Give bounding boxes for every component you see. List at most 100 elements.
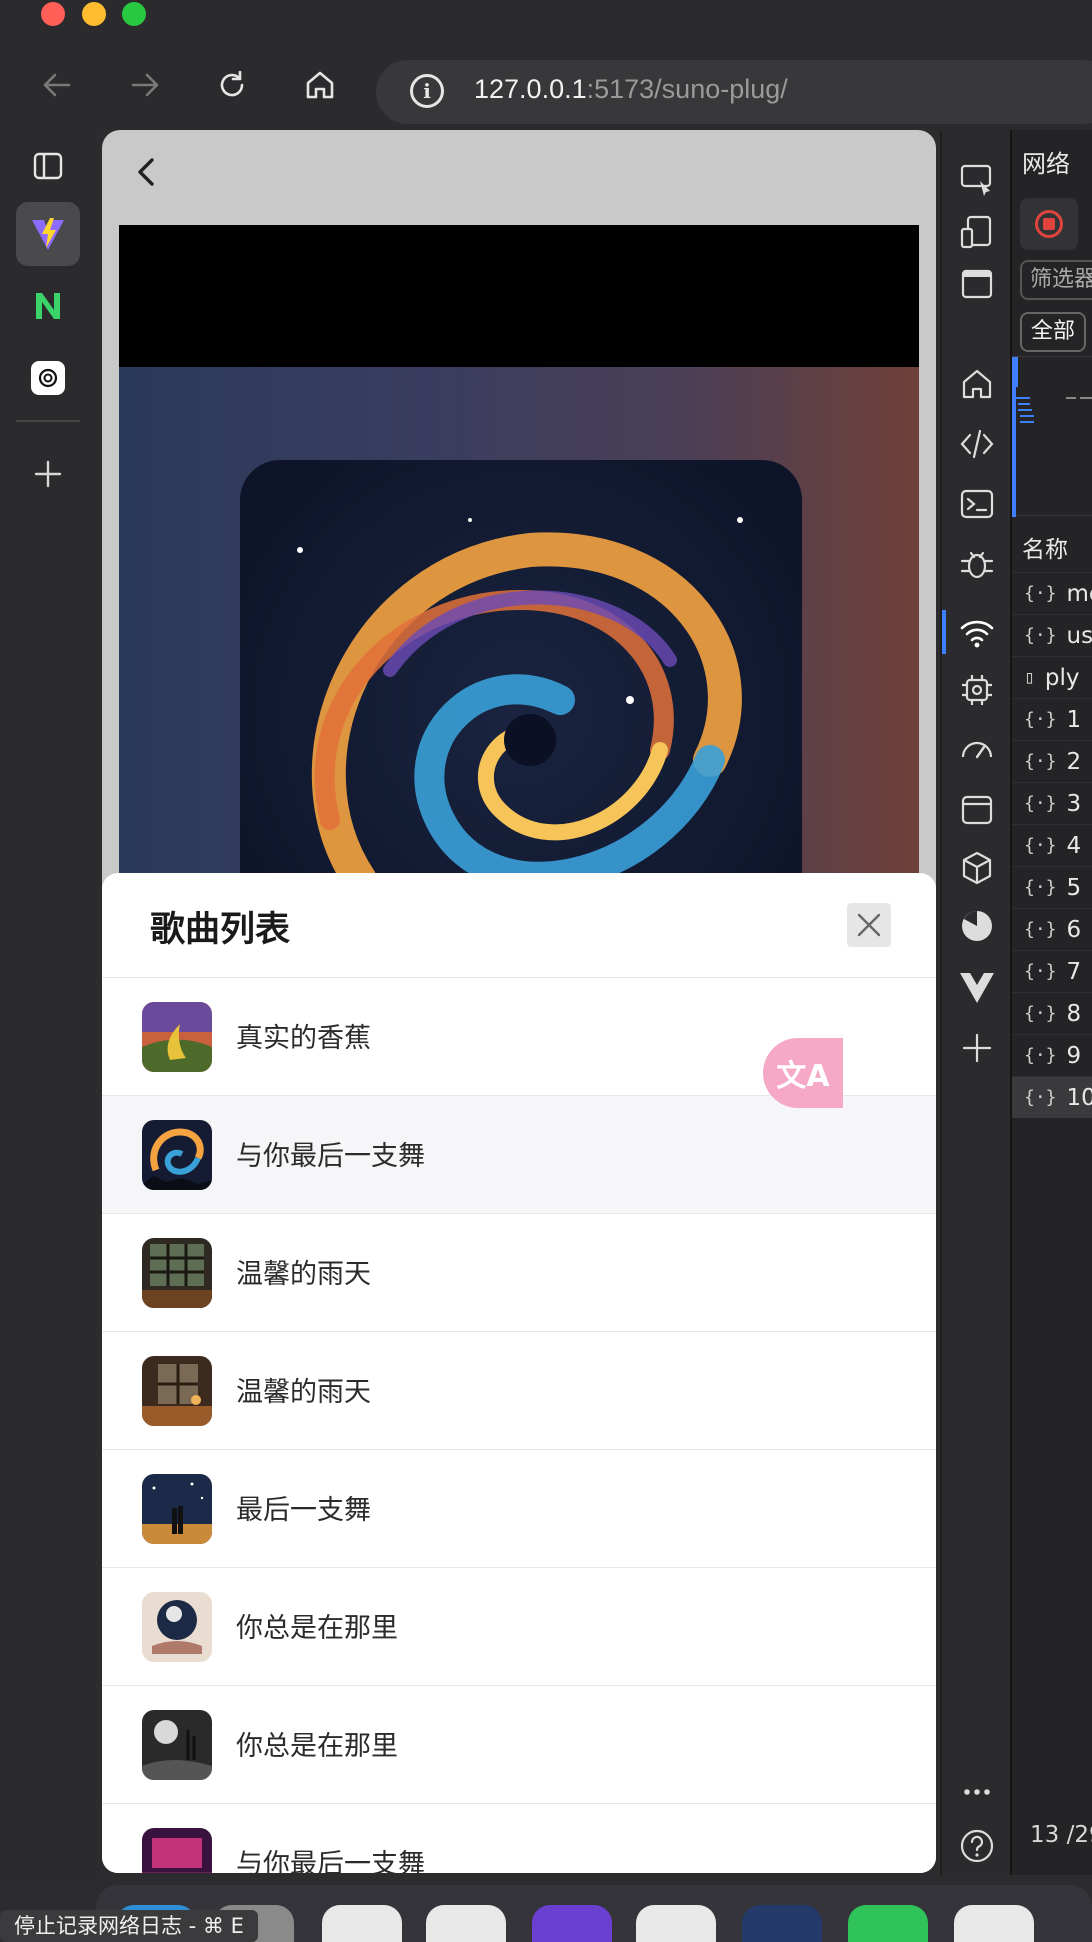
song-thumbnail [142,1828,212,1873]
device-toolbar-button[interactable] [955,210,999,254]
debugger-panel-button[interactable] [955,542,999,586]
elements-panel-button[interactable] [955,262,999,306]
translate-button[interactable]: 文A [763,1038,843,1108]
close-window-button[interactable] [41,2,65,26]
chrome-icon[interactable] [426,1905,506,1942]
sidebar-item-chatgpt[interactable] [16,346,80,410]
record-stop-icon [1035,210,1063,238]
wechat-icon[interactable] [848,1905,928,1942]
cpu-icon [962,675,992,705]
request-name: use [1066,622,1092,649]
sidebar-toggle-button[interactable] [16,134,80,198]
network-panel: 网络 筛选器 全部 名称 {·} me {·} use ▯ ply {·} 1 {·} 2… [1010,130,1092,1875]
inspect-element-button[interactable] [955,158,999,202]
request-row[interactable]: {·} 1 [1012,698,1092,740]
source-panel-button[interactable] [955,422,999,466]
performance-panel-button[interactable] [955,668,999,712]
song-thumbnail [142,1592,212,1662]
home-panel-button[interactable] [955,362,999,406]
reload-icon [220,70,244,97]
request-row[interactable]: {·} 9 [1012,1034,1092,1076]
request-row[interactable]: {·} 2 [1012,740,1092,782]
browser-toolbar: i 127.0.0.1:5173/suno-plug/ [0,40,1092,130]
forward-button[interactable] [122,62,168,108]
help-button[interactable] [955,1824,999,1868]
close-sheet-button[interactable] [847,903,891,947]
name-column-header[interactable]: 名称 [1022,530,1068,564]
devices-icon [960,215,992,249]
home-button[interactable] [297,62,343,108]
speedometer-icon [961,741,993,759]
vscode-icon[interactable] [954,1905,1034,1942]
json-icon: {·} [1024,919,1057,940]
pie-icon [962,911,992,941]
application-panel-button[interactable] [955,788,999,832]
json-icon: {·} [1024,709,1057,730]
code-icon [960,429,994,459]
request-row[interactable]: {·} 4 [1012,824,1092,866]
components-panel-button[interactable] [955,846,999,890]
document-icon: ▯ [1024,667,1035,688]
request-name: me [1066,580,1092,607]
edge-icon[interactable] [322,1905,402,1942]
add-panel-button[interactable] [955,1026,999,1070]
song-row-playing[interactable]: 与你最后一支舞 [102,1095,936,1213]
song-row[interactable]: 温馨的雨天 [102,1331,936,1449]
song-row[interactable]: 温馨的雨天 [102,1213,936,1331]
json-icon: {·} [1024,877,1057,898]
record-toggle-button[interactable] [1020,198,1078,250]
request-row[interactable]: {·} 5 [1012,866,1092,908]
inspect-icon [960,164,992,196]
song-title: 你总是在那里 [236,1613,398,1644]
address-bar[interactable]: i 127.0.0.1:5173/suno-plug/ [376,60,1092,124]
song-thumbnail [142,1002,212,1072]
request-row[interactable]: {·} 3 [1012,782,1092,824]
filter-all-chip[interactable]: 全部 [1020,312,1086,352]
request-row-selected[interactable]: {·} 10 [1012,1076,1092,1118]
home-icon [962,369,992,399]
cloud-app-icon[interactable] [742,1905,822,1942]
site-info-icon[interactable]: i [410,74,444,108]
back-nav-button[interactable] [126,150,170,194]
request-row[interactable]: {·} me [1012,572,1092,614]
zoom-window-button[interactable] [122,2,146,26]
back-button[interactable] [34,62,80,108]
minimize-window-button[interactable] [82,2,106,26]
request-row[interactable]: {·} 7 [1012,950,1092,992]
safari-icon[interactable] [636,1905,716,1942]
plus-icon [962,1033,992,1063]
song-row[interactable]: 你总是在那里 [102,1685,936,1803]
vue-logo-icon [960,973,994,1003]
song-row[interactable]: 最后一支舞 [102,1449,936,1567]
lighthouse-panel-button[interactable] [955,728,999,772]
active-indicator [942,610,946,654]
vue-panel-button[interactable] [955,964,999,1008]
url-text[interactable]: 127.0.0.1:5173/suno-plug/ [474,74,788,105]
firefox-icon[interactable] [532,1905,612,1942]
sidebar-add-button[interactable] [16,442,80,506]
request-name: 5 [1066,874,1082,901]
more-options-button[interactable] [955,1770,999,1814]
sidebar-item-n[interactable] [16,274,80,338]
network-panel-button[interactable] [955,610,999,654]
filter-input[interactable]: 筛选器 [1020,260,1092,300]
sidebar-item-vite[interactable] [16,202,80,266]
home-icon [306,71,334,99]
plus-icon [34,460,62,488]
json-icon: {·} [1024,751,1057,772]
request-list: {·} me {·} use ▯ ply {·} 1 {·} 2 {·} 3 {·} 4 {·… [1012,572,1092,1118]
song-row[interactable]: 你总是在那里 [102,1567,936,1685]
console-panel-button[interactable] [955,482,999,526]
json-icon: {·} [1024,1045,1057,1066]
browser-window: i 127.0.0.1:5173/suno-plug/ 歌曲列表 真实的香蕉 与… [0,0,1092,1942]
request-row[interactable]: ▯ ply [1012,656,1092,698]
memory-panel-button[interactable] [955,904,999,948]
request-row[interactable]: {·} 6 [1012,908,1092,950]
request-row[interactable]: {·} 8 [1012,992,1092,1034]
request-count: 13 /29 [1030,1822,1092,1848]
song-thumbnail [142,1474,212,1544]
reload-button[interactable] [209,62,255,108]
song-row[interactable]: 与你最后一支舞 [102,1803,936,1873]
song-title: 与你最后一支舞 [236,1141,425,1172]
request-row[interactable]: {·} use [1012,614,1092,656]
